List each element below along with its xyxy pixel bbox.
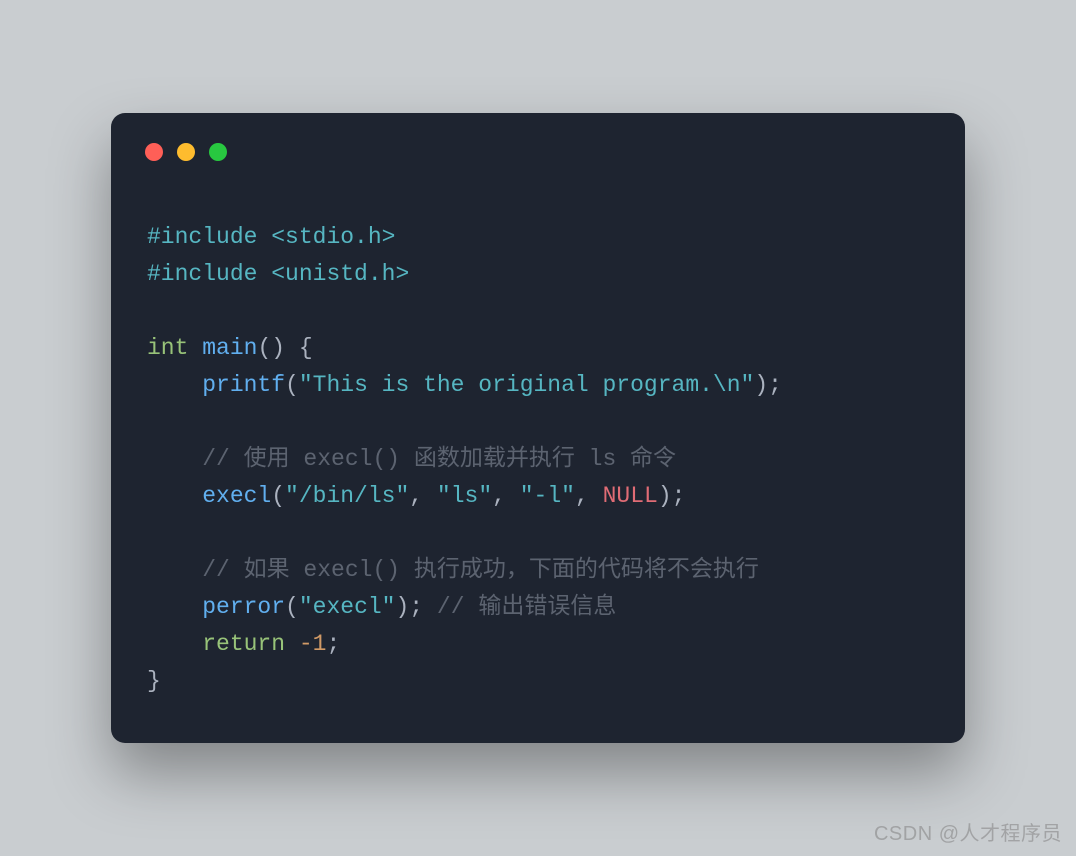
code-line: } xyxy=(147,668,161,694)
code-line: return -1; xyxy=(147,631,340,657)
code-line: int main() { xyxy=(147,335,313,361)
code-line: printf("This is the original program.\n"… xyxy=(147,372,782,398)
code-line: // 如果 execl() 执行成功，下面的代码将不会执行 xyxy=(147,557,759,583)
code-block: #include <stdio.h> #include <unistd.h> i… xyxy=(147,219,937,700)
code-line: perror("execl"); // 输出错误信息 xyxy=(147,594,616,620)
code-line: #include <unistd.h> xyxy=(147,261,409,287)
watermark: CSDN @人才程序员 xyxy=(874,817,1062,846)
code-line: execl("/bin/ls", "ls", "-l", NULL); xyxy=(147,483,685,509)
close-icon[interactable] xyxy=(145,143,163,161)
code-line: // 使用 execl() 函数加载并执行 ls 命令 xyxy=(147,446,676,472)
traffic-lights xyxy=(145,143,227,161)
code-window: #include <stdio.h> #include <unistd.h> i… xyxy=(111,113,965,743)
minimize-icon[interactable] xyxy=(177,143,195,161)
maximize-icon[interactable] xyxy=(209,143,227,161)
code-line: #include <stdio.h> xyxy=(147,224,395,250)
